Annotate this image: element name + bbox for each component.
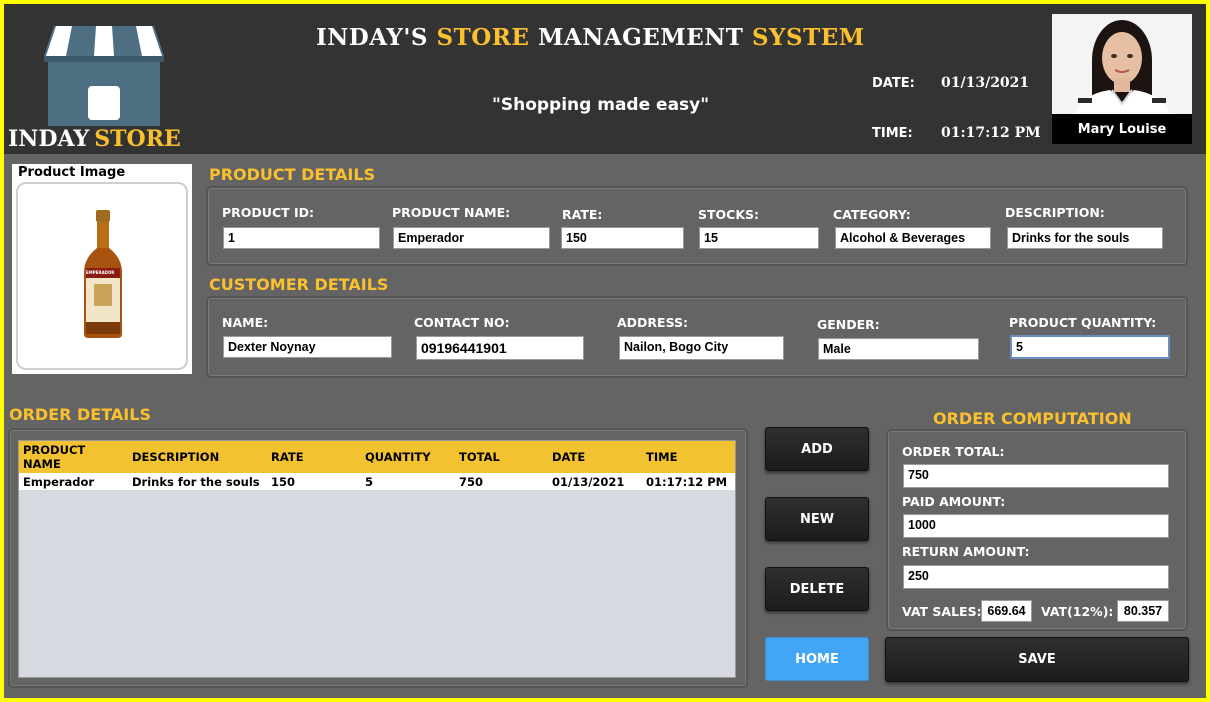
new-button[interactable]: NEW xyxy=(765,497,869,541)
customer-details-title: CUSTOMER DETAILS xyxy=(209,275,389,294)
product-quantity-field[interactable]: 5 xyxy=(1010,335,1170,359)
gender-label: GENDER: xyxy=(817,317,880,332)
liquor-bottle-icon xyxy=(84,210,122,338)
product-details-panel xyxy=(206,186,1188,266)
bottle-label-text: EMPERADOR xyxy=(86,270,115,275)
category-label: CATEGORY: xyxy=(833,207,911,222)
cell-product-name: Emperador xyxy=(19,473,128,490)
date-label: DATE: xyxy=(872,76,915,91)
order-computation-title: ORDER COMPUTATION xyxy=(933,409,1132,428)
return-amount-label: RETURN AMOUNT: xyxy=(902,544,1030,559)
table-row[interactable]: Emperador Drinks for the souls 150 5 750… xyxy=(19,473,735,490)
col-total[interactable]: TOTAL xyxy=(455,441,548,473)
cell-total: 750 xyxy=(455,473,548,490)
save-button[interactable]: SAVE xyxy=(885,637,1189,682)
delete-button[interactable]: DELETE xyxy=(765,567,869,611)
contact-label: CONTACT NO: xyxy=(414,315,510,330)
vat-label: VAT(12%): xyxy=(1041,604,1114,619)
user-avatar xyxy=(1052,14,1192,114)
app-title-management: MANAGEMENT xyxy=(537,24,744,51)
avatar-photo-icon xyxy=(1052,14,1192,114)
vat-sales-field[interactable]: 669.64 xyxy=(981,600,1032,622)
header-bar: INDAY STORE INDAY'S STORE MANAGEMENT SYS… xyxy=(4,4,1206,154)
time-value: 01:17:12 PM xyxy=(941,125,1041,141)
product-quantity-label: PRODUCT QUANTITY: xyxy=(1009,315,1157,330)
product-id-field[interactable]: 1 xyxy=(223,227,380,249)
col-time[interactable]: TIME xyxy=(642,441,735,473)
contact-field[interactable]: 09196441901 xyxy=(416,336,584,360)
app-title-inday: INDAY'S xyxy=(316,24,428,51)
order-table-container[interactable]: PRODUCT NAME DESCRIPTION RATE QUANTITY T… xyxy=(18,440,736,678)
vat-field[interactable]: 80.357 xyxy=(1117,600,1169,622)
paid-amount-label: PAID AMOUNT: xyxy=(902,494,1006,509)
order-table-header: PRODUCT NAME DESCRIPTION RATE QUANTITY T… xyxy=(19,441,735,473)
product-name-field[interactable]: Emperador xyxy=(393,227,550,249)
col-product-name[interactable]: PRODUCT NAME xyxy=(19,441,128,473)
customer-name-field[interactable]: Dexter Noynay xyxy=(223,336,392,358)
description-field[interactable]: Drinks for the souls xyxy=(1007,227,1163,249)
cell-date: 01/13/2021 xyxy=(548,473,642,490)
col-rate[interactable]: RATE xyxy=(267,441,361,473)
order-table: PRODUCT NAME DESCRIPTION RATE QUANTITY T… xyxy=(19,441,735,490)
tagline: "Shopping made easy" xyxy=(492,95,710,115)
stocks-field[interactable]: 15 xyxy=(699,227,819,249)
app-title-system: SYSTEM xyxy=(751,24,865,51)
stocks-label: STOCKS: xyxy=(698,207,760,222)
rate-label: RATE: xyxy=(562,207,603,222)
logo-word-store: STORE xyxy=(94,126,181,152)
vat-sales-label: VAT SALES: xyxy=(902,604,982,619)
time-label: TIME: xyxy=(872,126,913,141)
user-name-plate: Mary Louise xyxy=(1052,114,1192,144)
cell-description: Drinks for the souls xyxy=(128,473,267,490)
paid-amount-field[interactable]: 1000 xyxy=(903,514,1169,538)
address-label: ADDRESS: xyxy=(617,315,689,330)
col-date[interactable]: DATE xyxy=(548,441,642,473)
product-name-label: PRODUCT NAME: xyxy=(392,205,511,220)
order-total-field[interactable]: 750 xyxy=(903,464,1169,488)
app-title: INDAY'S STORE MANAGEMENT SYSTEM xyxy=(316,24,865,51)
order-details-title: ORDER DETAILS xyxy=(9,405,151,424)
home-button[interactable]: HOME xyxy=(765,637,869,681)
product-image-frame[interactable]: EMPERADOR xyxy=(16,182,188,370)
app-window: INDAY STORE INDAY'S STORE MANAGEMENT SYS… xyxy=(4,4,1206,698)
product-image-label: Product Image xyxy=(18,165,126,180)
order-total-label: ORDER TOTAL: xyxy=(902,444,1005,459)
store-logo-icon xyxy=(24,14,184,126)
gender-field[interactable]: Male xyxy=(818,338,979,360)
rate-field[interactable]: 150 xyxy=(561,227,684,249)
cell-quantity: 5 xyxy=(361,473,455,490)
description-label: DESCRIPTION: xyxy=(1005,205,1105,220)
user-name: Mary Louise xyxy=(1077,121,1167,137)
product-id-label: PRODUCT ID: xyxy=(222,205,315,220)
date-value: 01/13/2021 xyxy=(941,75,1030,91)
product-details-title: PRODUCT DETAILS xyxy=(209,165,376,184)
category-field[interactable]: Alcohol & Beverages xyxy=(835,227,991,249)
col-quantity[interactable]: QUANTITY xyxy=(361,441,455,473)
product-image-panel: Product Image EMPERADOR xyxy=(12,164,192,374)
customer-name-label: NAME: xyxy=(222,315,269,330)
logo-word-inday: INDAY xyxy=(8,126,90,152)
cell-time: 01:17:12 PM xyxy=(642,473,735,490)
col-description[interactable]: DESCRIPTION xyxy=(128,441,267,473)
logo-wordmark: INDAY STORE xyxy=(8,126,181,152)
return-amount-field[interactable]: 250 xyxy=(903,565,1169,589)
app-title-store: STORE xyxy=(436,24,530,51)
add-button[interactable]: ADD xyxy=(765,427,869,471)
address-field[interactable]: Nailon, Bogo City xyxy=(619,336,784,360)
cell-rate: 150 xyxy=(267,473,361,490)
